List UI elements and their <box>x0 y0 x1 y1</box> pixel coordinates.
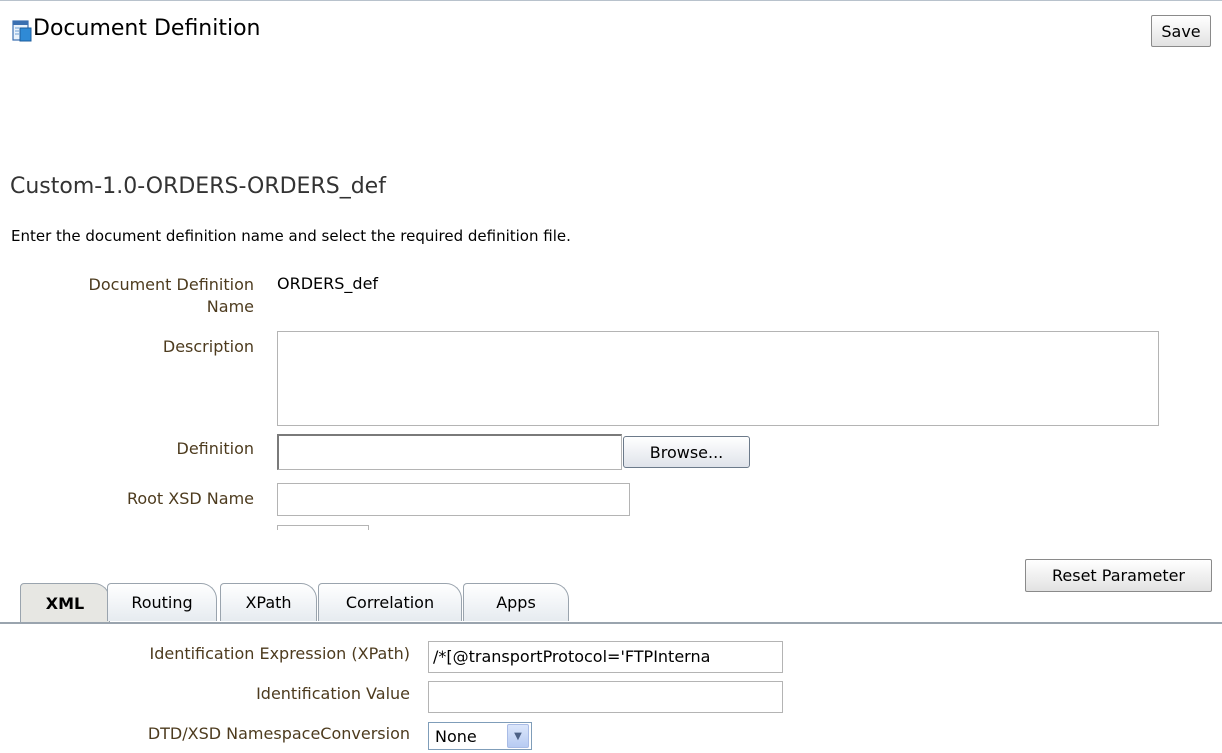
tab-baseline <box>0 622 1222 624</box>
chevron-down-icon[interactable]: ▼ <box>507 724 529 748</box>
page-title: Document Definition <box>33 16 261 41</box>
tab-xml[interactable]: XML <box>20 583 110 623</box>
section-title: Custom-1.0-ORDERS-ORDERS_def <box>10 174 386 199</box>
identification-value-label: Identification Value <box>256 684 410 703</box>
definition-label: Definition <box>176 439 254 458</box>
description-label: Description <box>162 337 254 356</box>
save-button[interactable]: Save <box>1151 15 1211 47</box>
namespace-conversion-select[interactable]: None ▼ <box>428 722 532 750</box>
identification-value-input[interactable] <box>428 681 783 713</box>
document-definition-name-value: ORDERS_def <box>277 274 379 293</box>
instructions-text: Enter the document definition name and s… <box>11 227 571 245</box>
namespace-conversion-label: DTD/XSD NamespaceConversion <box>147 724 410 743</box>
tab-routing[interactable]: Routing <box>107 583 217 621</box>
root-xsd-name-input[interactable] <box>277 483 630 516</box>
identification-expression-input[interactable]: /*[@transportProtocol='FTPInterna <box>428 641 783 673</box>
description-textarea[interactable] <box>277 331 1159 426</box>
scrolled-field-edge[interactable] <box>277 525 369 530</box>
identification-expression-label: Identification Expression (XPath) <box>149 644 410 663</box>
top-divider <box>0 0 1222 1</box>
root-xsd-name-label: Root XSD Name <box>126 489 254 508</box>
definition-file-input[interactable] <box>277 434 622 470</box>
document-definition-name-label: Document Definition Name <box>88 275 254 316</box>
tab-correlation[interactable]: Correlation <box>318 583 462 621</box>
tab-xpath[interactable]: XPath <box>220 583 317 621</box>
tab-bar: XML Routing XPath Correlation Apps <box>0 583 1222 624</box>
namespace-conversion-value: None <box>435 726 477 746</box>
document-definition-icon <box>12 20 32 42</box>
tab-apps[interactable]: Apps <box>463 583 569 621</box>
browse-button[interactable]: Browse... <box>623 436 750 468</box>
